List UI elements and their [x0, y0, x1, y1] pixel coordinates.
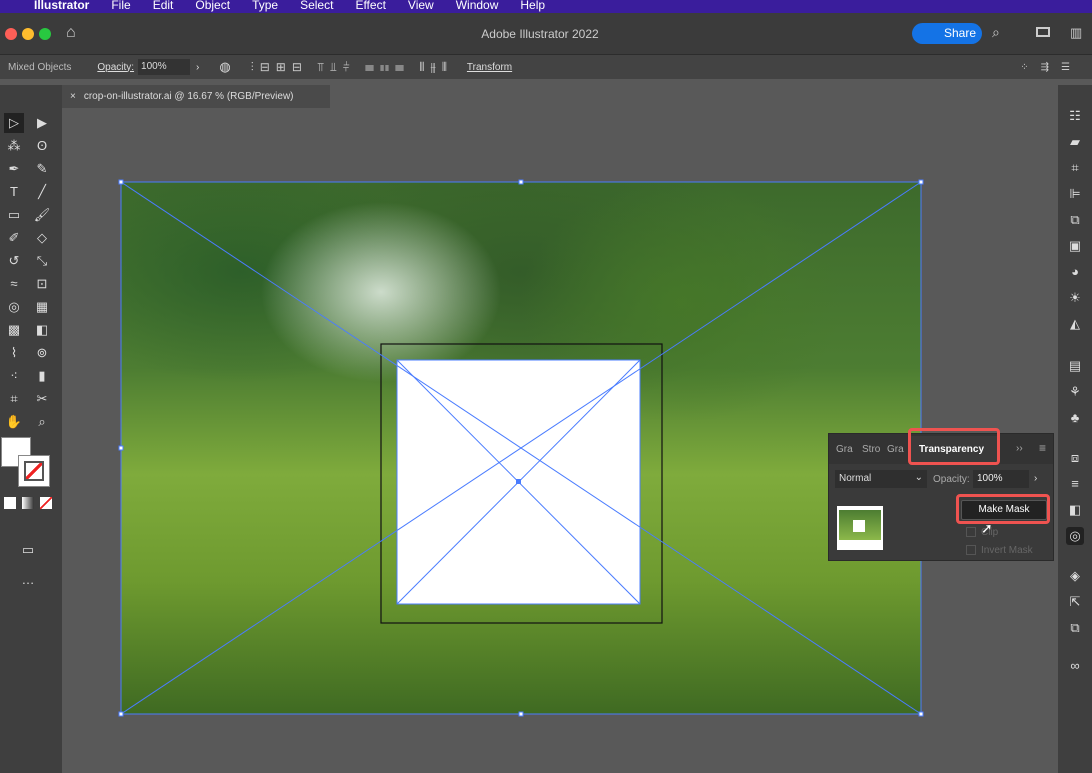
stroke-icon[interactable]: ≡: [1066, 475, 1084, 493]
appearance-icon[interactable]: ☀: [1066, 289, 1084, 307]
panel-opacity-label: Opacity:: [933, 474, 970, 485]
comments-icon[interactable]: ▰: [1066, 133, 1084, 151]
tab-graphic-styles[interactable]: Gra: [887, 444, 904, 455]
panel-collapse-icon[interactable]: ››: [1016, 443, 1023, 454]
blend-mode-select[interactable]: Normal ⌄: [835, 470, 927, 488]
invert-mask-label: Invert Mask: [981, 545, 1033, 556]
panel-opacity-arrow-icon[interactable]: ›: [1034, 473, 1037, 484]
right-panel-dock: ☷ ▰ ⌗ ⊫ ⧉ ▣ ◕ ☀ ◭ ▤ ⚘ ♣ ⧈ ≡ ◧ ◎ ◈ ⇱ ⧉ ∞: [1058, 85, 1092, 773]
center-point: [516, 479, 521, 484]
chevron-down-icon: ⌄: [914, 472, 923, 483]
transform-icon[interactable]: ⌗: [1066, 159, 1084, 177]
invert-mask-checkbox[interactable]: [966, 545, 976, 555]
color-icon[interactable]: ◕: [1066, 263, 1084, 281]
transparency-icon[interactable]: ◎: [1066, 527, 1084, 545]
gradient-icon[interactable]: ◧: [1066, 501, 1084, 519]
layers-icon[interactable]: ◈: [1066, 567, 1084, 585]
selection-overlay: [118, 179, 924, 717]
pathfinder-icon[interactable]: ⧉: [1066, 211, 1084, 229]
blend-mode-value: Normal: [839, 473, 872, 484]
graphic-styles-icon[interactable]: ⧈: [1066, 449, 1084, 467]
swatches-icon[interactable]: ▤: [1066, 357, 1084, 375]
artboards-icon[interactable]: ▣: [1066, 237, 1084, 255]
highlight-transparency-tab: [908, 428, 1000, 465]
asset-export-icon[interactable]: ⧉: [1066, 619, 1084, 637]
object-thumbnail[interactable]: [837, 506, 883, 550]
clip-checkbox[interactable]: [966, 527, 976, 537]
align-icon[interactable]: ⊫: [1066, 185, 1084, 203]
tab-gradient[interactable]: Gra: [836, 444, 853, 455]
links-icon[interactable]: ∞: [1066, 657, 1084, 675]
panel-menu-icon[interactable]: ≡: [1039, 441, 1046, 455]
panel-opacity-input[interactable]: 100%: [973, 470, 1029, 488]
brushes-icon[interactable]: ⚘: [1066, 383, 1084, 401]
highlight-make-mask: [956, 494, 1050, 524]
properties-icon[interactable]: ☷: [1066, 107, 1084, 125]
color-guide-icon[interactable]: ◭: [1066, 315, 1084, 333]
tab-stroke[interactable]: Stro: [862, 444, 882, 455]
symbols-icon[interactable]: ♣: [1066, 409, 1084, 427]
export-icon[interactable]: ⇱: [1066, 593, 1084, 611]
